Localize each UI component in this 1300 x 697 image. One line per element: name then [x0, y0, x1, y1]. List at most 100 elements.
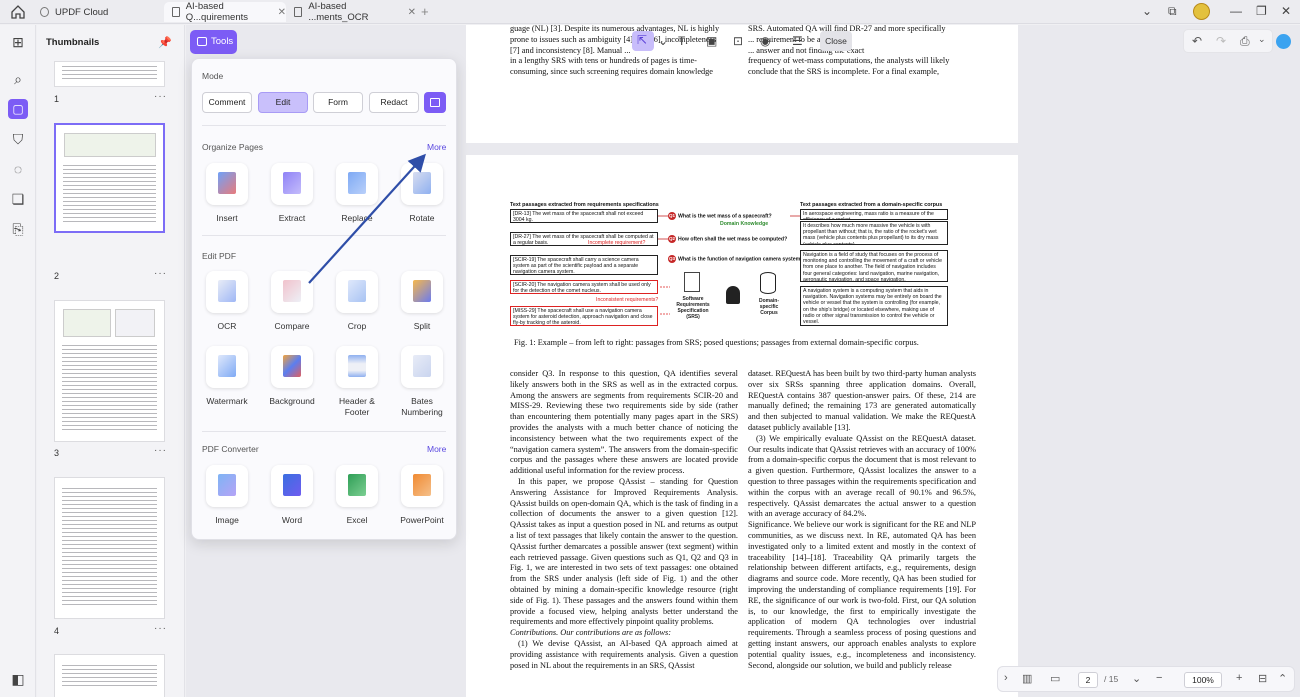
header-footer-icon [336, 346, 378, 388]
tab-updf-cloud[interactable]: UPDF Cloud [32, 2, 158, 22]
tool-split[interactable]: Split [392, 271, 452, 332]
attachment-icon[interactable]: ⎘ [10, 221, 26, 237]
convert-powerpoint[interactable]: PowerPoint [392, 465, 452, 526]
document-icon [172, 7, 180, 17]
watermark-icon [206, 346, 248, 388]
converter-more-link[interactable]: More [427, 444, 446, 454]
home-icon[interactable] [9, 4, 27, 20]
link-tool-icon[interactable]: ⊡ [733, 34, 743, 48]
tool-replace[interactable]: Replace [327, 163, 387, 224]
image-tool-icon[interactable]: ▣ [706, 34, 717, 48]
rotate-icon [401, 163, 443, 205]
apps-icon[interactable]: ⊞ [10, 34, 26, 50]
close-tab-icon[interactable]: ✕ [278, 7, 286, 18]
thumbnail-page-5[interactable] [54, 654, 165, 697]
chevron-down-icon[interactable]: ⌄ [1132, 672, 1141, 685]
tool-background[interactable]: Background [262, 346, 322, 407]
figure-caption: Fig. 1: Example – from left to right: pa… [514, 338, 919, 347]
title-bar: UPDF Cloud AI-based Q...quirements ✕ AI-… [0, 0, 1300, 24]
new-tab-button[interactable]: + [421, 4, 429, 19]
mode-comment-button[interactable]: Comment [202, 92, 252, 113]
divider [202, 125, 446, 126]
right-toolbar-group: ↶ ↷ ⎙ ⌄ [1183, 29, 1273, 53]
more-icon[interactable]: ··· [154, 268, 167, 279]
thumbnail-page-1[interactable] [54, 61, 165, 87]
convert-word[interactable]: Word [262, 465, 322, 526]
tool-rotate[interactable]: Rotate [392, 163, 452, 224]
thumbnail-page-2[interactable] [54, 123, 165, 233]
mode-redact-button[interactable]: Redact [369, 92, 419, 113]
tool-compare[interactable]: Compare [262, 271, 322, 332]
pdf-page-2: Text passages extracted from requirement… [466, 155, 1018, 697]
tools-popup: Mode Comment Edit Form Redact Organize P… [191, 58, 457, 540]
comment-icon[interactable]: ◌ [10, 161, 26, 177]
organize-more-link[interactable]: More [427, 142, 446, 152]
mode-edit-button[interactable]: Edit [258, 92, 308, 113]
avatar[interactable] [1193, 3, 1210, 20]
zoom-out-icon[interactable]: − [1156, 672, 1162, 684]
chevron-down-icon[interactable]: ⌄ [1142, 4, 1152, 18]
layers-icon[interactable]: ❏ [10, 191, 26, 207]
crop-tool-icon[interactable]: ◉ [760, 34, 770, 48]
ai-assistant-icon[interactable] [1276, 34, 1291, 49]
cloud-icon [40, 7, 49, 17]
external-mode-icon[interactable] [424, 92, 446, 113]
thumbnail-number: 2 [54, 271, 60, 281]
tool-header-footer[interactable]: Header & Footer [327, 346, 387, 417]
search-icon[interactable]: ⌕ [10, 71, 26, 87]
tool-insert[interactable]: Insert [197, 163, 257, 224]
close-edit-button[interactable]: Close [820, 31, 852, 51]
tool-extract[interactable]: Extract [262, 163, 322, 224]
thumbnail-number: 4 [54, 626, 60, 636]
split-icon [401, 271, 443, 313]
figure-1: Text passages extracted from requirement… [510, 202, 958, 330]
convert-image[interactable]: Image [197, 465, 257, 526]
organize-pages-title: Organize Pages [202, 142, 263, 152]
close-window-icon[interactable]: ✕ [1281, 4, 1291, 18]
chevron-right-icon[interactable]: › [1004, 672, 1008, 684]
left-rail: ⊞ ⌕ ▢ ⛉ ◌ ❏ ⎘ ◧ [0, 25, 36, 697]
sidebar-toggle-icon[interactable]: ◧ [10, 671, 26, 687]
chevron-down-icon[interactable]: ⌄ [658, 34, 668, 48]
minimize-icon[interactable]: — [1230, 4, 1242, 18]
redo-icon[interactable]: ↷ [1216, 34, 1226, 48]
page-number-input[interactable]: 2 [1078, 672, 1098, 688]
more-icon[interactable]: ··· [154, 445, 167, 456]
thumbnail-page-3[interactable] [54, 300, 165, 442]
zoom-level[interactable]: 100% [1184, 672, 1222, 688]
ocr-icon [206, 271, 248, 313]
notification-icon[interactable]: ⧉ [1168, 4, 1177, 19]
chevron-up-icon[interactable]: ⌃ [1278, 672, 1287, 685]
maximize-icon[interactable]: ❐ [1256, 4, 1267, 18]
close-tab-icon[interactable]: ✕ [408, 7, 416, 18]
undo-icon[interactable]: ↶ [1192, 34, 1202, 48]
divider [202, 235, 446, 236]
thumbnails-icon[interactable]: ▢ [8, 99, 28, 119]
text-tool-icon[interactable]: T [678, 34, 685, 48]
convert-excel[interactable]: Excel [327, 465, 387, 526]
thumbnail-page-4[interactable] [54, 477, 165, 619]
bates-numbering-icon [401, 346, 443, 388]
more-icon[interactable]: ··· [154, 91, 167, 102]
zoom-in-icon[interactable]: + [1236, 672, 1242, 684]
tool-watermark[interactable]: Watermark [197, 346, 257, 407]
presentation-icon[interactable]: ▭ [1050, 672, 1060, 685]
tab-document-active[interactable]: AI-based Q...quirements ✕ [164, 1, 286, 23]
select-tool-icon[interactable]: ⇱ [632, 31, 654, 51]
page-layout-icon[interactable]: ▥ [1022, 672, 1032, 685]
mode-form-button[interactable]: Form [313, 92, 363, 113]
save-icon[interactable]: ⎙ [1240, 34, 1250, 49]
tool-ocr[interactable]: OCR [197, 271, 257, 332]
chevron-down-icon[interactable]: ⌄ [1258, 34, 1266, 45]
powerpoint-icon [401, 465, 443, 507]
tool-crop[interactable]: Crop [327, 271, 387, 332]
page2-left-column: consider Q3. In response to this questio… [510, 369, 738, 670]
properties-icon[interactable]: ☰ [792, 34, 803, 48]
tool-bates-numbering[interactable]: Bates Numbering [392, 346, 452, 417]
pin-icon[interactable]: 📌 [158, 36, 172, 49]
more-icon[interactable]: ··· [154, 623, 167, 634]
tools-button[interactable]: Tools [190, 30, 237, 54]
tab-document-ocr[interactable]: AI-based ...ments_OCR ✕ [286, 1, 416, 23]
fit-page-icon[interactable]: ⊟ [1258, 672, 1267, 685]
bookmark-icon[interactable]: ⛉ [10, 131, 26, 147]
